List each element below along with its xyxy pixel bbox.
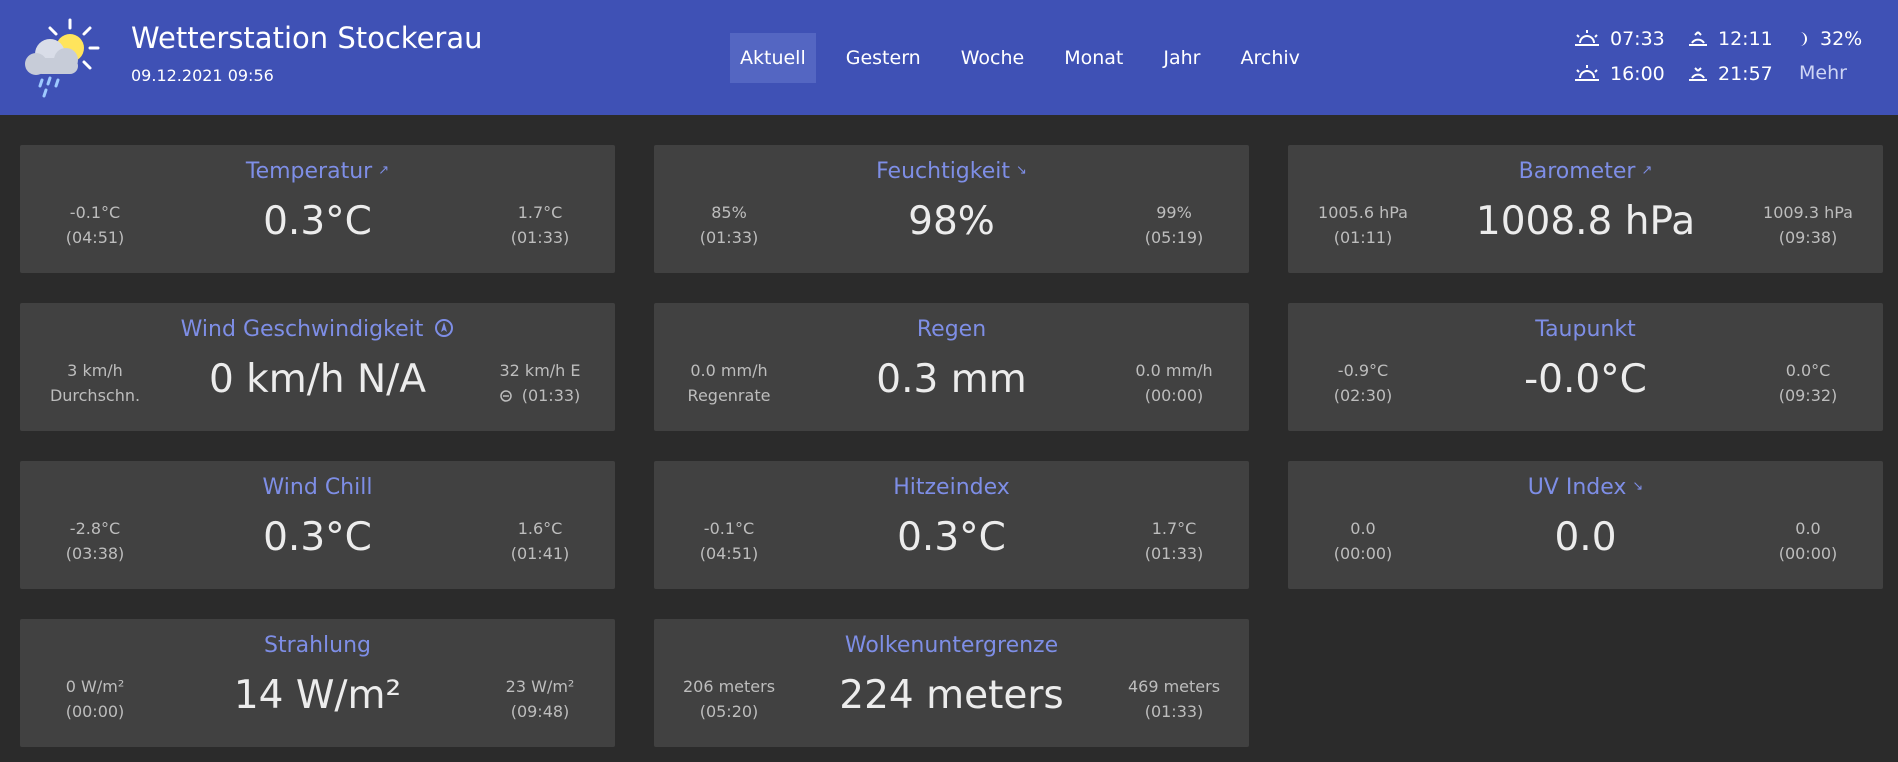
sunrise-time: 07:33: [1610, 28, 1665, 50]
max-value: 23 W/m²: [505, 677, 575, 696]
nav-monat[interactable]: Monat: [1054, 33, 1133, 83]
card-title[interactable]: Wolkenuntergrenze: [845, 633, 1058, 658]
sunset-info: 16:00: [1574, 63, 1665, 85]
card-title[interactable]: Taupunkt: [1535, 317, 1635, 342]
nav-jahr[interactable]: Jahr: [1153, 33, 1210, 83]
max-value: 0.0°C: [1785, 361, 1831, 380]
more-link[interactable]: Mehr: [1799, 62, 1847, 84]
trend-up-icon: ↗: [378, 163, 390, 178]
max-time: (09:38): [1778, 228, 1838, 247]
card-title[interactable]: Strahlung: [264, 633, 371, 658]
trend-up-icon: ↗: [1641, 163, 1653, 178]
max-value: 1.7°C: [517, 203, 563, 222]
moon-phase-icon: [1800, 32, 1807, 46]
card-title[interactable]: Wind Chill: [263, 475, 373, 500]
card-rain: Regen 0.0 mm/h Regenrate 0.3 mm 0.0 mm/h(…: [654, 303, 1249, 431]
compass-icon: [435, 319, 454, 337]
card-radiation: Strahlung 0 W/m² (00:00) 14 W/m² 23 W/m²(…: [20, 619, 615, 747]
max-time: (01:33): [1144, 702, 1204, 721]
trend-down-icon: ↘: [1016, 163, 1027, 178]
max-time: (00:00): [1778, 544, 1838, 563]
trend-down-icon: ↘: [1632, 479, 1644, 494]
sunset-time: 16:00: [1610, 63, 1665, 85]
card-wind-chill: Wind Chill -2.8°C (03:38) 0.3°C 1.6°C (01:…: [20, 461, 615, 589]
nav-archiv[interactable]: Archiv: [1230, 33, 1309, 83]
card-title[interactable]: Wind Geschwindigkeit: [181, 317, 424, 342]
moonrise-time: 12:11: [1718, 28, 1773, 50]
card-uv-index: UV Index ↘ 0.0 (00:00) 0.0 0.0 (00:00): [1288, 461, 1883, 589]
sunrise-info: 07:33: [1574, 28, 1665, 50]
card-barometer: Barometer ↗ 1005.6 hPa (01:11) 1008.8 hPa …: [1288, 145, 1883, 273]
station-datetime: 09.12.2021 09:56: [131, 66, 274, 85]
nav-aktuell[interactable]: Aktuell: [730, 33, 816, 83]
card-title[interactable]: Hitzeindex: [893, 475, 1010, 500]
max-value: 1.7°C: [1151, 519, 1197, 538]
header: Wetterstation Stockerau 09.12.2021 09:56…: [0, 0, 1898, 115]
wind-direction-icon: [499, 390, 512, 402]
nav-gestern[interactable]: Gestern: [836, 33, 931, 83]
card-wind-speed: Wind Geschwindigkeit 3 km/h Durchschn. 0 …: [20, 303, 615, 431]
max-time: (01:33): [510, 228, 570, 247]
max-time: (01:41): [510, 544, 570, 563]
moon-phase-info: 32%: [1796, 28, 1862, 50]
max-value: 0.0 mm/h: [1135, 361, 1213, 380]
sunset-icon: [1575, 65, 1599, 81]
max-value: 32 km/h E: [499, 361, 581, 380]
moonrise-info: 12:11: [1688, 28, 1773, 50]
moonset-time: 21:57: [1718, 63, 1773, 85]
card-cloud-base: Wolkenuntergrenze 206 meters (05:20) 224 …: [654, 619, 1249, 747]
moonset-info: 21:57: [1688, 63, 1773, 85]
max-time: (09:48): [510, 702, 570, 721]
max-value: 469 meters: [1127, 677, 1221, 696]
max-value: 99%: [1156, 203, 1192, 222]
max-time: (09:32): [1778, 386, 1838, 405]
max-time: (01:33): [1144, 544, 1204, 563]
max-value: 1009.3 hPa: [1763, 203, 1853, 222]
sunrise-icon: [1575, 30, 1599, 46]
card-temperature: Temperatur ↗ -0.1°C (04:51) 0.3°C 1.7°C (01…: [20, 145, 615, 273]
card-title[interactable]: Barometer: [1519, 159, 1636, 184]
card-title[interactable]: Feuchtigkeit: [876, 159, 1010, 184]
max-value: 1.6°C: [517, 519, 563, 538]
moonrise-icon: [1689, 31, 1707, 46]
card-dewpoint: Taupunkt -0.9°C (02:30) -0.0°C 0.0°C (09:3…: [1288, 303, 1883, 431]
card-title[interactable]: UV Index: [1528, 475, 1627, 500]
card-humidity: Feuchtigkeit ↘ 85% (01:33) 98% 99% (05:19): [654, 145, 1249, 273]
card-title[interactable]: Regen: [917, 317, 986, 342]
moonset-icon: [1689, 67, 1707, 81]
max-time: (00:00): [1144, 386, 1204, 405]
moon-phase-value: 32%: [1820, 28, 1863, 50]
weather-cloud-sun-rain-icon: [25, 18, 100, 98]
station-title: Wetterstation Stockerau: [131, 21, 483, 55]
max-time: (01:33): [521, 386, 581, 405]
card-title[interactable]: Temperatur: [246, 159, 372, 184]
max-time: (05:19): [1144, 228, 1204, 247]
max-value: 0.0: [1795, 519, 1821, 538]
main-nav: Aktuell Gestern Woche Monat Jahr Archiv: [730, 33, 1330, 83]
card-heat-index: Hitzeindex -0.1°C (04:51) 0.3°C 1.7°C (01:…: [654, 461, 1249, 589]
nav-woche[interactable]: Woche: [951, 33, 1034, 83]
